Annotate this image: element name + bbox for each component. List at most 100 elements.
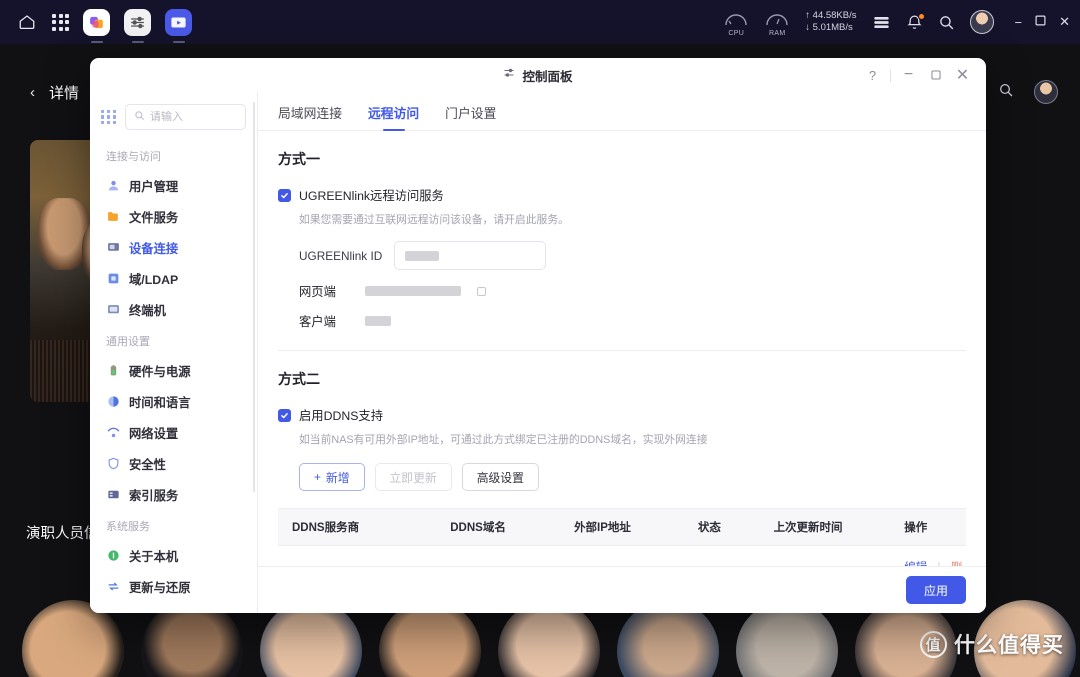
screen: CPU RAM ↑ 44.58KB/s ↓ 5.01MB/s − ✕ ‹ 详情 … [0, 0, 1080, 677]
detail-avatar[interactable] [1034, 80, 1058, 104]
search-icon[interactable] [938, 14, 955, 31]
detail-search-icon[interactable] [998, 82, 1014, 103]
tab-portal-settings[interactable]: 门户设置 [445, 103, 496, 130]
home-icon[interactable] [16, 11, 38, 33]
network-icon [106, 426, 120, 440]
sidebar-item-label: 域/LDAP [129, 272, 179, 287]
column-actions: 操作 [890, 508, 966, 546]
web-endpoint-label: 网页端 [299, 285, 336, 299]
sidebar-item-label: 索引服务 [129, 488, 179, 503]
sidebar-item-security[interactable]: 安全性 [90, 448, 257, 479]
shield-icon [106, 457, 120, 471]
dialog-title-bar[interactable]: 控制面板 ? − ✕ [90, 58, 986, 92]
update-now-button[interactable]: 立即更新 [374, 463, 452, 491]
video-app-icon[interactable] [165, 8, 192, 36]
server-list-icon[interactable] [872, 13, 891, 32]
tab-remote-access[interactable]: 远程访问 [368, 103, 419, 130]
sidebar-scrollbar[interactable] [252, 92, 256, 613]
sidebar-item-file-service[interactable]: 文件服务 [90, 201, 257, 232]
controls-divider [890, 68, 891, 82]
bell-icon[interactable] [906, 12, 925, 31]
cell-external-ip [560, 545, 684, 566]
clock-icon [106, 395, 120, 409]
ddns-action-buttons: + 新增 立即更新 高级设置 [299, 463, 966, 491]
apps-grid-icon[interactable] [52, 13, 69, 31]
ddns-hint: 如当前NAS有可用外部IP地址，可通过此方式绑定已注册的DDNS域名，实现外网连… [299, 434, 708, 446]
sidebar-group-label: 连接与访问 [106, 151, 161, 163]
battery-icon [106, 364, 120, 378]
cpu-label: CPU [728, 30, 745, 37]
ddns-table: DDNS服务商 DDNS域名 外部IP地址 状态 上次更新时间 操作 dns.a… [278, 508, 966, 566]
advanced-settings-button[interactable]: 高级设置 [461, 463, 539, 491]
search-input[interactable] [149, 111, 237, 123]
settings-app-icon[interactable] [124, 8, 151, 36]
add-ddns-button[interactable]: + 新增 [299, 463, 365, 491]
cell-last-updated: 2024-06-10 01:53 [759, 545, 891, 566]
device-icon [106, 241, 120, 255]
ddns-checkbox[interactable] [278, 408, 291, 422]
apps-grid-icon[interactable] [101, 109, 116, 125]
ugreenlink-checkbox[interactable] [278, 188, 291, 202]
user-avatar[interactable] [969, 10, 994, 34]
page-title: 详情 [49, 84, 80, 102]
ugreenlink-id-input[interactable] [394, 241, 547, 270]
network-speed: ↑ 44.58KB/s ↓ 5.01MB/s [805, 10, 856, 34]
sidebar-item-hardware-power[interactable]: 硬件与电源 [90, 355, 257, 386]
sidebar-item-index-service[interactable]: 索引服务 [90, 479, 257, 510]
sync-icon [106, 580, 120, 594]
sidebar-item-time-language[interactable]: 时间和语言 [90, 386, 257, 417]
sidebar-item-network-settings[interactable]: 网络设置 [90, 417, 257, 448]
cell-actions: 编辑 | 删除 [890, 545, 966, 566]
column-domain: DDNS域名 [436, 508, 561, 546]
search-box[interactable] [124, 104, 246, 130]
dialog-close-button[interactable]: ✕ [949, 58, 976, 92]
cell-provider: dns.aliyuncs.com [278, 545, 437, 566]
net-upload: ↑ 44.58KB/s [805, 10, 857, 21]
sidebar-item-label: 设备连接 [129, 241, 179, 256]
method-one-title: 方式一 [278, 151, 320, 167]
tab-lan-connection[interactable]: 局域网连接 [278, 103, 342, 130]
sidebar-item-update-restore[interactable]: 更新与还原 [90, 571, 257, 602]
folder-icon [106, 210, 120, 224]
column-last-updated: 上次更新时间 [759, 508, 891, 546]
sidebar-item-domain-ldap[interactable]: 域/LDAP [90, 263, 257, 294]
apply-button[interactable]: 应用 [906, 576, 966, 604]
dialog-body: 连接与访问 用户管理 文件服务 [90, 92, 986, 613]
column-status: 状态 [683, 508, 760, 546]
ram-gauge: RAM [764, 8, 790, 37]
desktop-window-controls: − ✕ [1015, 13, 1071, 31]
sidebar-group-label: 通用设置 [106, 336, 150, 348]
desktop-minimize-button[interactable]: − [1015, 15, 1023, 30]
ram-label: RAM [769, 30, 786, 37]
dialog-maximize-button[interactable] [922, 58, 949, 92]
ugreenlink-checkbox-row: UGREENlink远程访问服务 [278, 186, 966, 204]
method-two-title: 方式二 [278, 371, 320, 387]
sidebar-item-terminal[interactable]: 终端机 [90, 294, 257, 325]
settings-sidebar: 连接与访问 用户管理 文件服务 [90, 92, 258, 613]
dialog-minimize-button[interactable]: − [895, 58, 922, 92]
column-external-ip: 外部IP地址 [560, 508, 684, 546]
search-icon [134, 108, 145, 126]
net-download: ↓ 5.01MB/s [805, 22, 853, 33]
sidebar-item-user-management[interactable]: 用户管理 [90, 170, 257, 201]
control-panel-dialog: 控制面板 ? − ✕ 请输入 连接与访问 用户管理 文件服务 设备连接 域/LD… [90, 58, 986, 613]
desktop-close-button[interactable]: ✕ [1059, 14, 1070, 30]
photos-app-icon[interactable] [83, 8, 110, 36]
sidebar-item-device-connection[interactable]: 设备连接 [90, 232, 257, 263]
sidebar-item-label: 硬件与电源 [129, 364, 191, 379]
sidebar-scroll: 连接与访问 用户管理 文件服务 设备连接 域/LDAP 终端机 通用设置 硬件与… [90, 140, 257, 613]
cell-domain [436, 545, 561, 566]
help-button[interactable]: ? [859, 58, 886, 92]
desktop-maximize-button[interactable] [1035, 13, 1046, 31]
dialog-footer: 应用 [258, 566, 986, 613]
content-scroll-area: 方式一 UGREENlink远程访问服务 如果您需要通过互联网远程访问该设备，请… [258, 131, 986, 566]
copy-icon[interactable] [477, 286, 486, 296]
client-endpoint-label: 客户端 [299, 315, 336, 329]
sidebar-scrollbar-thumb[interactable] [252, 102, 255, 492]
sidebar-item-about[interactable]: 关于本机 [90, 540, 257, 571]
dialog-window-controls: ? − ✕ [859, 58, 976, 92]
table-row[interactable]: dns.aliyuncs.com 正常 2024-06-10 01:53 [278, 545, 966, 566]
section-divider [278, 350, 966, 351]
back-button[interactable]: ‹ [30, 84, 35, 101]
sidebar-item-label: 网络设置 [129, 426, 179, 441]
